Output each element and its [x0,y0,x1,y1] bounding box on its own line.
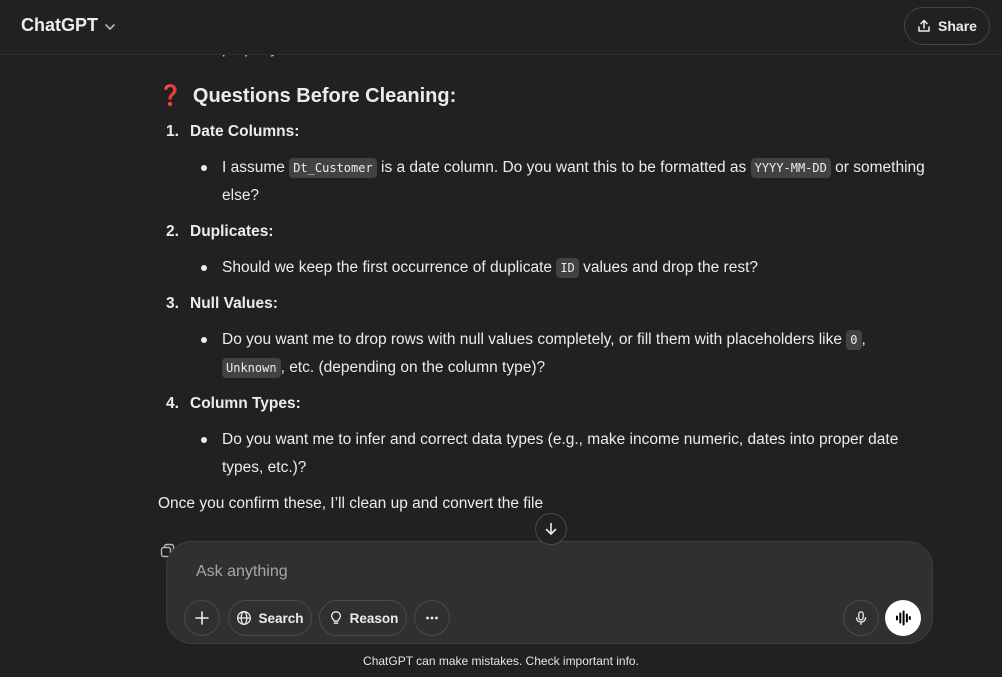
voice-mode-button[interactable] [885,600,921,636]
assistant-message: ❓ Questions Before Cleaning: 1. Date Colu… [158,80,928,518]
inline-code: ID [556,258,579,278]
lightbulb-icon [330,611,341,624]
inline-code: YYYY-MM-DD [750,158,831,178]
bullet-text: Should we keep the first occurrence of d… [222,259,557,276]
search-button[interactable]: Search [228,600,312,636]
item-title: Duplicates: [190,223,274,240]
bullet-item: I assume Dt_Customer is a date column. D… [158,154,928,210]
more-tools-button[interactable] [414,600,450,636]
item-number: 2. [166,223,179,240]
scroll-to-bottom-button[interactable] [535,513,567,545]
item-number: 3. [166,295,179,312]
bullet-text: Do you want me to drop rows with null va… [222,331,847,348]
item-number: 4. [166,395,179,412]
list-item: 2. Duplicates: Should we keep the first o… [158,218,928,282]
disclaimer-text: ChatGPT can make mistakes. Check importa… [363,654,639,668]
list-item: 1. Date Columns: I assume Dt_Customer is … [158,118,928,210]
bullet-item: Do you want me to drop rows with null va… [158,326,928,382]
bullet-text: , [861,331,866,348]
heading-text: Questions Before Cleaning: [192,85,457,107]
item-title: Date Columns: [190,123,300,140]
inline-code: 0 [846,330,862,350]
list-item: 3. Null Values: Do you want me to drop ro… [158,290,928,382]
plus-icon [195,611,209,625]
item-title: Column Types: [190,395,301,412]
bullet-text: , etc. (depending on the column type)? [280,359,546,376]
arrow-down-icon [545,522,557,535]
bullet-text: values and drop the rest? [578,259,758,276]
search-label: Search [258,610,304,626]
list-item: 4. Column Types: Do you want me to infer … [158,390,928,482]
inline-code: Unknown [222,358,281,378]
chevron-down-icon [105,23,115,30]
dictate-button[interactable] [843,600,879,636]
model-selector[interactable]: ChatGPT [21,15,116,36]
section-heading: ❓ Questions Before Cleaning: [158,80,928,112]
question-mark-emoji: ❓ [158,85,183,107]
app-title: ChatGPT [21,15,99,35]
share-button[interactable]: Share [904,7,990,45]
share-label: Share [938,18,977,34]
top-bar: ChatGPT Share [0,0,1002,55]
prompt-input[interactable] [194,560,798,584]
item-number: 1. [166,123,179,140]
globe-icon [237,611,252,625]
voice-wave-icon [896,610,911,626]
composer: Search Reason [166,541,933,644]
bullet-text: Do you want me to infer and correct data… [222,431,899,476]
bullet-text: I assume [222,159,290,176]
reason-label: Reason [349,610,399,626]
ellipsis-icon [426,616,438,620]
add-attachment-button[interactable] [184,600,220,636]
reason-button[interactable]: Reason [319,600,407,636]
bullet-item: Should we keep the first occurrence of d… [158,254,928,282]
bullet-text: is a date column. Do you want this to be… [376,159,751,176]
bullet-item: Do you want me to infer and correct data… [158,426,928,482]
item-title: Null Values: [190,295,278,312]
inline-code: Dt_Customer [289,158,377,178]
questions-list: 1. Date Columns: I assume Dt_Customer is … [158,118,928,482]
microphone-icon [855,611,867,625]
share-icon [918,19,930,32]
